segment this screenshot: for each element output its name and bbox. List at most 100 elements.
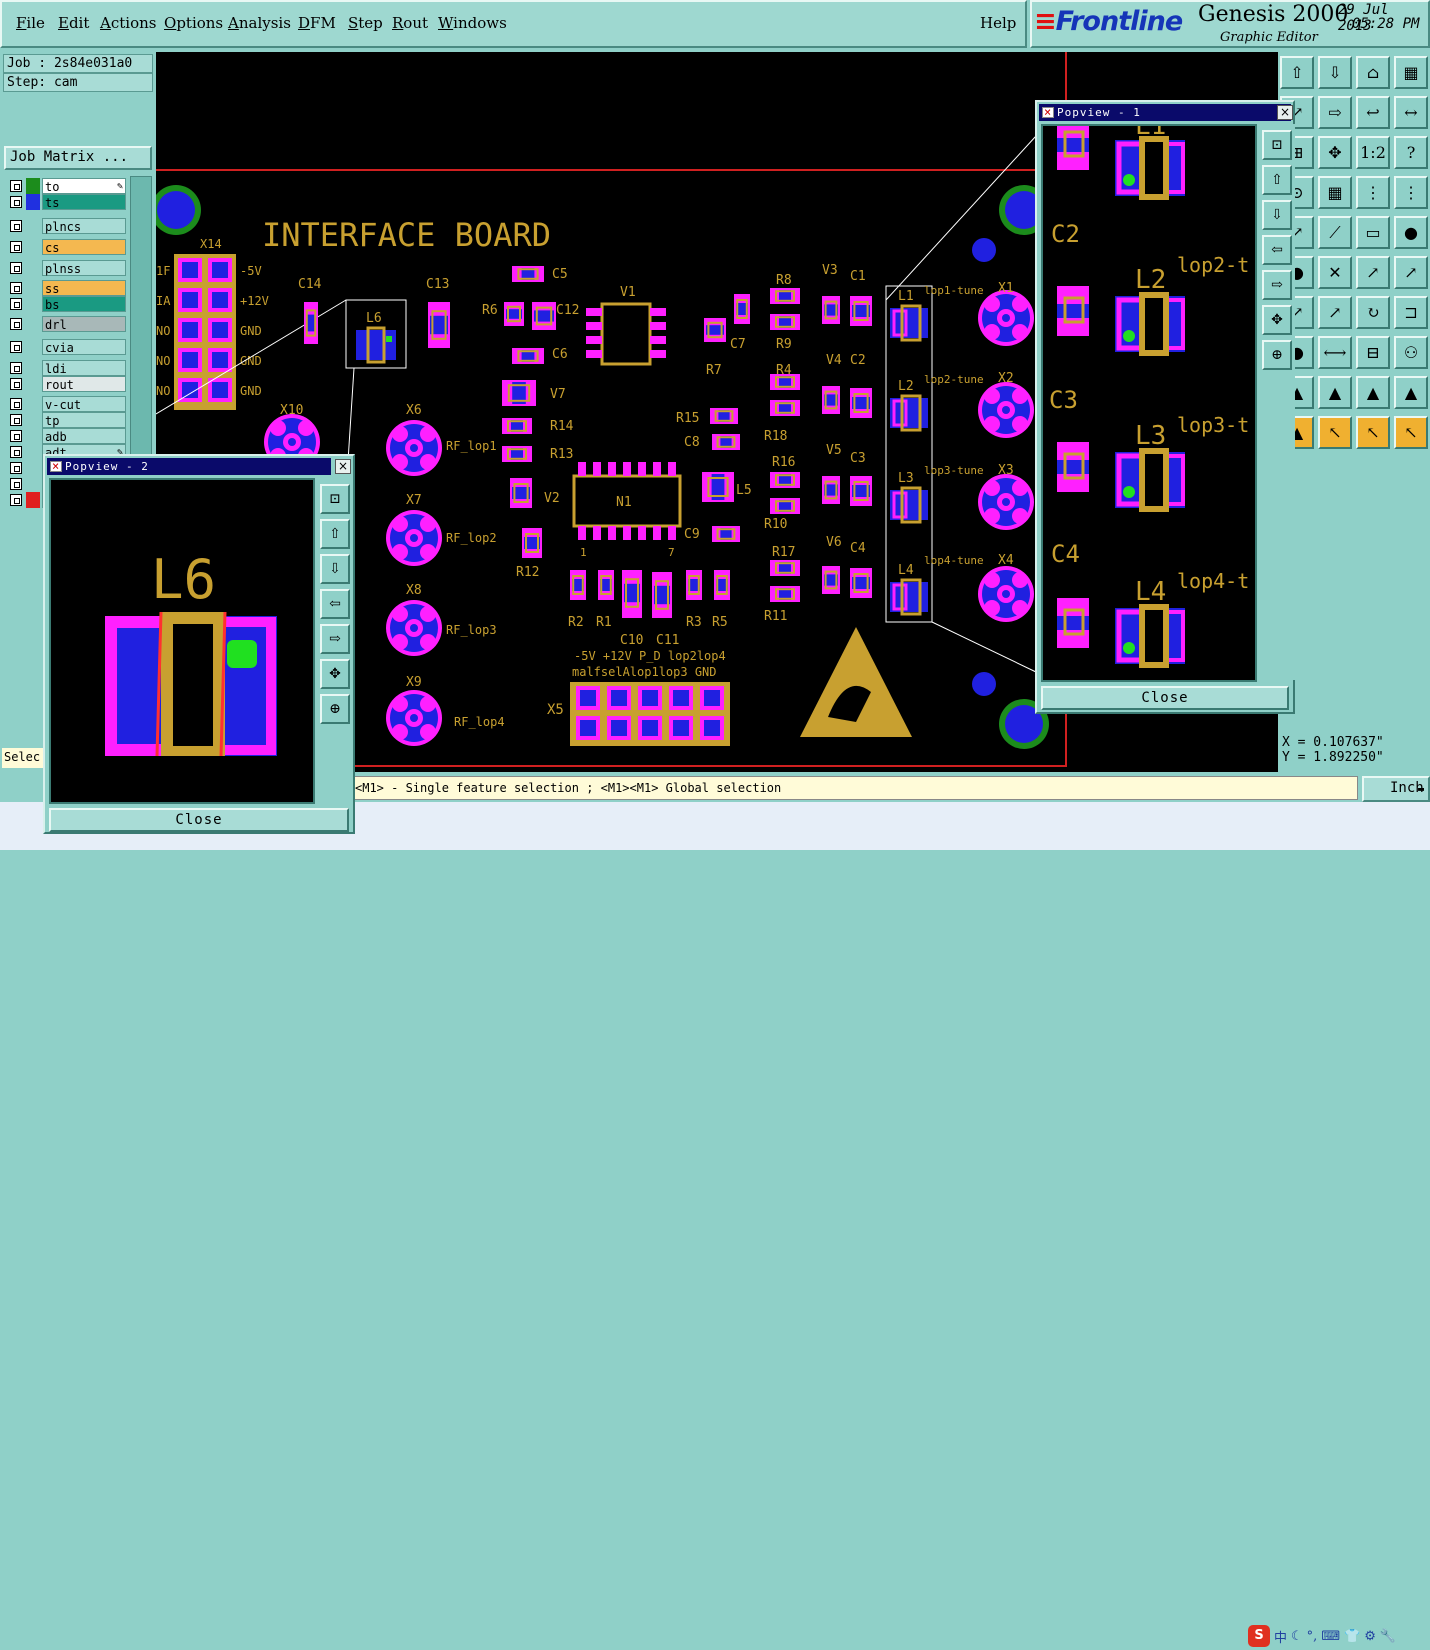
menu-rout[interactable]: Rout	[392, 14, 428, 32]
layer-row-rout[interactable]: rout	[6, 376, 128, 392]
zoom-fit-icon[interactable]: ⊡	[320, 484, 350, 514]
layer-checkbox[interactable]	[10, 241, 22, 253]
popview-2-close-button[interactable]: Close	[49, 808, 349, 832]
load-icon[interactable]: ⇩	[1318, 56, 1352, 89]
close-icon[interactable]: ×	[1277, 105, 1293, 120]
layer-checkbox[interactable]	[10, 298, 22, 310]
popview-2-titlebar[interactable]: Popview - 2	[47, 458, 331, 475]
moon-icon[interactable]: ☾	[1291, 1629, 1303, 1644]
bracket-icon[interactable]: ⊐	[1394, 296, 1428, 329]
layer-checkbox[interactable]	[10, 282, 22, 294]
popview-1-titlebar[interactable]: Popview - 1	[1039, 104, 1291, 121]
vertex-icon[interactable]: ↗	[1394, 256, 1428, 289]
layer-row-to[interactable]: to ✎	[6, 178, 128, 194]
menu-dfm[interactable]: DFM	[298, 14, 336, 32]
home-icon[interactable]: ⌂	[1356, 56, 1390, 89]
layer-checkbox[interactable]	[10, 414, 22, 426]
vertex-icon[interactable]: ↗	[1356, 256, 1390, 289]
menu-step[interactable]: Step	[348, 14, 383, 32]
arrow-icon[interactable]: ▲	[1356, 376, 1390, 409]
rotate-icon[interactable]: ↻	[1356, 296, 1390, 329]
layer-icon[interactable]: ⋮	[1356, 176, 1390, 209]
pan-right-icon[interactable]: ⇨	[320, 624, 350, 654]
arc-icon[interactable]: ⟋	[1318, 216, 1352, 249]
pan-left-icon[interactable]: ⇦	[320, 589, 350, 619]
zoom-fit-icon[interactable]: ⊡	[1262, 130, 1292, 160]
zoom-in-icon[interactable]: ⊕	[1262, 340, 1292, 370]
layer-row-plnss[interactable]: plnss	[6, 260, 128, 276]
dim-icon[interactable]: ⊟	[1356, 336, 1390, 369]
grid-icon[interactable]: ▦	[1394, 56, 1428, 89]
menu-analysis[interactable]: Analysis	[228, 14, 291, 32]
arrow-icon[interactable]: ▲	[1394, 376, 1428, 409]
layer-checkbox[interactable]	[10, 478, 22, 490]
layer-row-tp[interactable]: tp	[6, 412, 128, 428]
layer-checkbox[interactable]	[10, 262, 22, 274]
layer-checkbox[interactable]	[10, 446, 22, 458]
pointer-icon[interactable]: ↖	[1356, 416, 1390, 449]
pan-right-icon[interactable]: ⇨	[1262, 270, 1292, 300]
menu-edit[interactable]: Edit	[58, 14, 89, 32]
scale-icon[interactable]: 1:2	[1356, 136, 1390, 169]
popview-2-canvas[interactable]: L6	[49, 478, 315, 804]
window-menu-icon[interactable]	[50, 458, 62, 475]
zoom-in-icon[interactable]: ⊕	[320, 694, 350, 724]
cross-icon[interactable]: ✕	[1318, 256, 1352, 289]
pan-up-icon[interactable]: ⇧	[1262, 165, 1292, 195]
layer-checkbox[interactable]	[10, 378, 22, 390]
undo-icon[interactable]: ↩	[1356, 96, 1390, 129]
layer-row-drl[interactable]: drl	[6, 316, 128, 332]
layer-checkbox[interactable]	[10, 362, 22, 374]
pan-left-icon[interactable]: ⇦	[1262, 235, 1292, 265]
pan-down-icon[interactable]: ⇩	[320, 554, 350, 584]
wrench-icon[interactable]: 🔧	[1380, 1629, 1396, 1644]
layer-row-ts[interactable]: ts	[6, 194, 128, 210]
popview-1-canvas[interactable]: L1 L2 L3 L4 C2 C3 C4 lop2-t lop3-t lop4-t	[1041, 124, 1257, 682]
menu-file[interactable]: File	[16, 14, 45, 32]
grid-icon[interactable]: ▦	[1318, 176, 1352, 209]
layer-icon[interactable]: ⋮	[1394, 176, 1428, 209]
layer-checkbox[interactable]	[10, 430, 22, 442]
layer-checkbox[interactable]	[10, 180, 22, 192]
layer-checkbox[interactable]	[10, 398, 22, 410]
keyboard-icon[interactable]: ⌨	[1321, 1629, 1340, 1644]
close-icon[interactable]: ×	[335, 459, 351, 474]
zoom-out-icon[interactable]: ✥	[1262, 305, 1292, 335]
pan-icon[interactable]: ↔	[1394, 96, 1428, 129]
layer-row-bs[interactable]: bs	[6, 296, 128, 312]
layer-row-cvia[interactable]: cvia	[6, 339, 128, 355]
menu-actions[interactable]: Actions	[100, 14, 156, 32]
layer-row-plncs[interactable]: plncs	[6, 218, 128, 234]
unit-selector[interactable]: Inch ▬	[1362, 776, 1430, 802]
pointer-icon[interactable]: ↖	[1318, 416, 1352, 449]
layer-checkbox[interactable]	[10, 220, 22, 232]
menu-options[interactable]: Options	[164, 14, 223, 32]
pan-up-icon[interactable]: ⇧	[320, 519, 350, 549]
pointer-icon[interactable]: ↖	[1394, 416, 1428, 449]
pad-icon[interactable]: ●	[1394, 216, 1428, 249]
save-icon[interactable]: ⇧	[1280, 56, 1314, 89]
job-matrix-button[interactable]: Job Matrix ...	[4, 146, 152, 170]
window-menu-icon[interactable]	[1042, 104, 1054, 121]
popview-1-close-button[interactable]: Close	[1041, 686, 1289, 710]
select-button[interactable]: Selec	[2, 748, 44, 768]
menu-help[interactable]: Help	[980, 14, 1016, 32]
group-icon[interactable]: ⚇	[1394, 336, 1428, 369]
arrow-icon[interactable]: ▲	[1318, 376, 1352, 409]
zoom-out-icon[interactable]: ✥	[320, 659, 350, 689]
move-icon[interactable]: ✥	[1318, 136, 1352, 169]
ruler-icon[interactable]: ▭	[1356, 216, 1390, 249]
layer-checkbox[interactable]	[10, 196, 22, 208]
punctuation-icon[interactable]: °,	[1307, 1629, 1318, 1644]
sogou-ime-icon[interactable]: S	[1248, 1625, 1270, 1647]
layer-checkbox[interactable]	[10, 341, 22, 353]
layer-checkbox[interactable]	[10, 318, 22, 330]
settings-icon[interactable]: ⚙	[1364, 1629, 1376, 1644]
ime-mode-text[interactable]: 中	[1274, 1627, 1287, 1646]
layer-row-adb[interactable]: adb	[6, 428, 128, 444]
layer-row-ldi[interactable]: ldi	[6, 360, 128, 376]
layer-row-ss[interactable]: ss	[6, 280, 128, 296]
layer-checkbox[interactable]	[10, 462, 22, 474]
measure-icon[interactable]: ⟷	[1318, 336, 1352, 369]
pan-down-icon[interactable]: ⇩	[1262, 200, 1292, 230]
